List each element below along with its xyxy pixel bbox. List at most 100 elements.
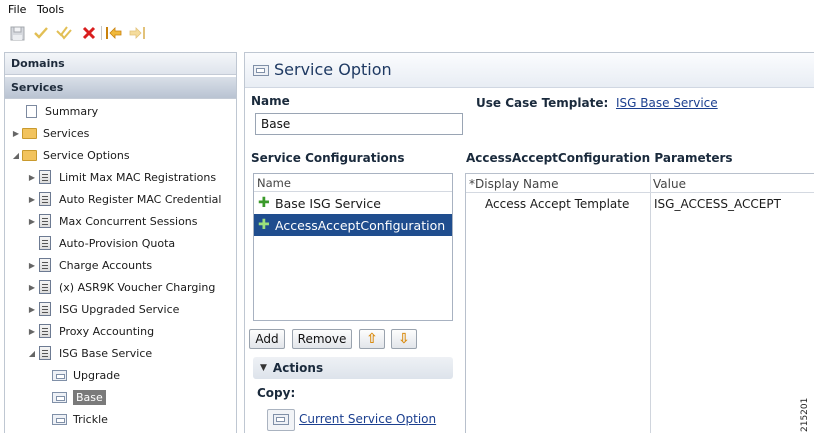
copy-button[interactable] <box>267 409 295 431</box>
menu-tools[interactable]: Tools <box>37 3 64 16</box>
tree-item-max-concurrent-sessions[interactable]: ▶ Max Concurrent Sessions <box>27 211 198 231</box>
tree-item-asr9k-voucher[interactable]: ▶ (x) ASR9K Voucher Charging <box>27 277 215 297</box>
column-header-display-name[interactable]: *Display Name <box>469 177 558 191</box>
list-icon <box>37 279 53 295</box>
name-label: Name <box>251 94 290 108</box>
menu-file[interactable]: File <box>8 3 26 16</box>
forward-icon[interactable] <box>128 24 146 42</box>
list-icon <box>37 191 53 207</box>
service-configurations-label: Service Configurations <box>251 151 405 165</box>
tree-item-label: Charge Accounts <box>59 258 153 272</box>
node-icon <box>51 411 67 427</box>
toolbar-separator <box>101 26 102 40</box>
editor-panel: Service Option Name Use Case Template: I… <box>244 52 814 433</box>
node-icon <box>253 63 269 80</box>
move-up-button[interactable]: ⇧ <box>359 329 385 349</box>
arrow-up-icon: ⇧ <box>366 331 378 347</box>
tree-item-label: (x) ASR9K Voucher Charging <box>59 280 216 294</box>
check-icon[interactable] <box>32 24 50 42</box>
tree-item-label: Services <box>43 126 90 140</box>
chevron-down-icon[interactable]: ◢ <box>11 151 21 160</box>
use-case-label: Use Case Template: <box>476 96 609 110</box>
tree-item-label: ISG Base Service <box>59 346 153 360</box>
tree-item-label: Auto Register MAC Credential <box>59 192 222 206</box>
tree-item-label: Auto-Provision Quota <box>59 236 176 250</box>
chevron-right-icon[interactable]: ▶ <box>27 327 37 336</box>
node-icon <box>51 367 67 383</box>
services-header[interactable]: Services <box>5 77 236 99</box>
tree-item-upgrade[interactable]: Upgrade <box>51 365 120 385</box>
tree-item-summary[interactable]: Summary <box>13 101 98 121</box>
parameters-label: AccessAcceptConfiguration Parameters <box>466 151 733 165</box>
tree-item-isg-base-service[interactable]: ◢ ISG Base Service <box>27 343 152 363</box>
tree-item-auto-provision-quota[interactable]: Auto-Provision Quota <box>27 233 175 253</box>
tree-item-auto-register-mac[interactable]: ▶ Auto Register MAC Credential <box>27 189 221 209</box>
add-button[interactable]: Add <box>249 329 285 349</box>
service-configurations-list[interactable]: Name ✚ Base ISG Service ✚ AccessAcceptCo… <box>253 173 453 321</box>
tree-item-label: Max Concurrent Sessions <box>59 214 198 228</box>
arrow-down-icon: ⇩ <box>398 331 410 347</box>
collapse-icon: ▼ <box>260 363 267 373</box>
delete-icon[interactable] <box>80 24 98 42</box>
copy-label: Copy: <box>257 386 296 400</box>
toolbar <box>0 22 814 46</box>
name-field[interactable] <box>255 113 463 135</box>
navigation-panel: Domains Services Summary ▶ Services ◢ Se… <box>4 52 237 433</box>
figure-id: 215201 <box>800 397 810 432</box>
plus-icon: ✚ <box>258 195 270 211</box>
chevron-right-icon[interactable]: ▶ <box>11 129 21 138</box>
domains-header[interactable]: Domains <box>5 53 236 75</box>
move-down-button[interactable]: ⇩ <box>391 329 417 349</box>
list-item-label: AccessAcceptConfiguration <box>275 217 446 233</box>
chevron-down-icon[interactable]: ◢ <box>27 349 37 358</box>
list-icon <box>37 213 53 229</box>
folder-icon <box>21 147 37 163</box>
save-icon[interactable] <box>8 24 26 42</box>
list-item-label: Base ISG Service <box>275 195 381 211</box>
chevron-right-icon[interactable]: ▶ <box>27 283 37 292</box>
plus-icon: ✚ <box>258 217 270 233</box>
column-header-value[interactable]: Value <box>653 177 686 191</box>
copy-current-service-option-link[interactable]: Current Service Option <box>299 412 436 426</box>
tree-item-service-options[interactable]: ◢ Service Options <box>11 145 130 165</box>
table-row[interactable]: Access Accept Template ISG_ACCESS_ACCEPT <box>466 193 814 215</box>
chevron-right-icon[interactable]: ▶ <box>27 195 37 204</box>
table-header: *Display Name Value <box>466 174 814 193</box>
tree-item-base[interactable]: Base <box>51 387 106 407</box>
list-icon <box>37 257 53 273</box>
chevron-right-icon[interactable]: ▶ <box>27 261 37 270</box>
list-icon <box>37 345 53 361</box>
tree-item-proxy-accounting[interactable]: ▶ Proxy Accounting <box>27 321 154 341</box>
list-icon <box>37 235 53 251</box>
chevron-right-icon[interactable]: ▶ <box>27 305 37 314</box>
tree-item-label: ISG Upgraded Service <box>59 302 180 316</box>
chevron-right-icon[interactable]: ▶ <box>27 173 37 182</box>
remove-button[interactable]: Remove <box>292 329 352 349</box>
use-case-link[interactable]: ISG Base Service <box>616 96 718 110</box>
tree-item-limit-max-mac[interactable]: ▶ Limit Max MAC Registrations <box>27 167 216 187</box>
list-header: Name <box>254 174 452 192</box>
list-item-selected[interactable]: ✚ AccessAcceptConfiguration <box>254 214 452 236</box>
list-icon <box>37 301 53 317</box>
tree-item-charge-accounts[interactable]: ▶ Charge Accounts <box>27 255 152 275</box>
tree-item-trickle[interactable]: Trickle <box>51 409 108 429</box>
back-icon[interactable] <box>105 24 123 42</box>
document-icon <box>23 103 39 119</box>
tree-item-isg-upgraded-service[interactable]: ▶ ISG Upgraded Service <box>27 299 179 319</box>
tree-item-label: Upgrade <box>73 368 121 382</box>
node-icon <box>51 389 67 405</box>
list-icon <box>37 169 53 185</box>
tree-item-label: Trickle <box>73 412 108 426</box>
check-all-icon[interactable] <box>55 24 73 42</box>
cell-value[interactable]: ISG_ACCESS_ACCEPT <box>654 197 781 211</box>
tree-item-label: Base <box>73 389 106 405</box>
list-icon <box>37 323 53 339</box>
parameters-table[interactable]: *Display Name Value Access Accept Templa… <box>465 173 814 433</box>
menu-bar: File Tools <box>0 0 814 20</box>
actions-label: Actions <box>272 361 324 375</box>
actions-section-header[interactable]: ▼ Actions <box>253 357 453 379</box>
chevron-right-icon[interactable]: ▶ <box>27 217 37 226</box>
tree-item-label: Proxy Accounting <box>59 324 155 338</box>
tree-item-services[interactable]: ▶ Services <box>11 123 89 143</box>
list-item[interactable]: ✚ Base ISG Service <box>254 192 452 214</box>
